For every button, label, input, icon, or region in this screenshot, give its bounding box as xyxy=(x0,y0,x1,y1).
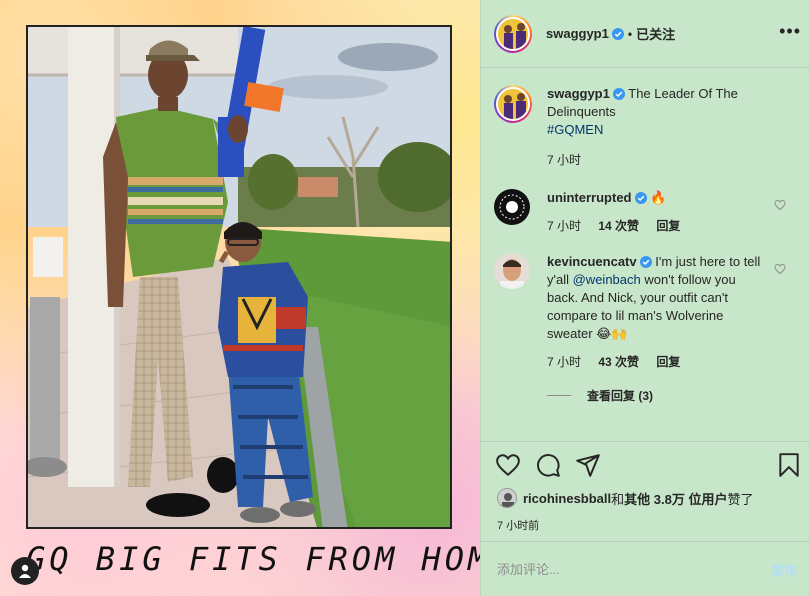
post-photo[interactable] xyxy=(26,25,452,529)
caption-art: GQ BIG FITS FROM HOME xyxy=(26,540,480,578)
replies-divider xyxy=(547,395,571,396)
comment-icon[interactable] xyxy=(535,452,561,478)
verified-badge-icon xyxy=(634,192,647,204)
comment-time[interactable]: 7 小时 xyxy=(547,219,581,233)
caption-avatar[interactable] xyxy=(494,85,532,123)
post-media[interactable]: GQ BIG FITS FROM HOME xyxy=(0,0,480,596)
share-icon[interactable] xyxy=(575,452,601,478)
reply-button[interactable]: 回复 xyxy=(656,219,680,233)
heart-icon[interactable] xyxy=(774,199,786,211)
others-count[interactable]: 其他 3.8万 位用户 xyxy=(624,489,727,508)
post-comment-button[interactable]: 发布 xyxy=(771,560,797,579)
more-options-icon[interactable]: ••• xyxy=(779,22,801,40)
comment-likes[interactable]: 14 次赞 xyxy=(598,219,639,233)
post-side-panel: swaggyp1 • 已关注 ••• swaggyp1 The Leader O… xyxy=(480,0,809,596)
commenter-avatar[interactable] xyxy=(494,189,530,225)
comment-item: uninterrupted 🔥 7 小时 14 次赞 回复 xyxy=(494,189,809,235)
post-header: swaggyp1 • 已关注 ••• xyxy=(481,0,809,68)
view-replies-button[interactable]: 查看回复 (3) xyxy=(547,387,809,404)
mention-link[interactable]: @weinbach xyxy=(573,272,641,287)
reply-button[interactable]: 回复 xyxy=(656,355,680,369)
liker-avatar[interactable] xyxy=(497,488,517,508)
likes-summary: ricohinesbball 和 其他 3.8万 位用户 赞了 xyxy=(497,488,753,508)
photo-illustration xyxy=(28,27,450,527)
liker-username[interactable]: ricohinesbball xyxy=(523,491,611,506)
separator-dot: • xyxy=(627,26,633,41)
caption-time[interactable]: 7 小时 xyxy=(547,153,581,167)
comment-username[interactable]: kevincuencatv xyxy=(547,254,637,269)
user-icon xyxy=(19,564,31,578)
following-button[interactable]: 已关注 xyxy=(636,24,675,43)
comment-likes[interactable]: 43 次赞 xyxy=(598,355,639,369)
post-timestamp[interactable]: 7 小时前 xyxy=(497,517,539,533)
caption-username[interactable]: swaggyp1 xyxy=(547,86,610,101)
comment-item: kevincuencatv I'm just here to tell y'al… xyxy=(494,253,809,371)
comment-input[interactable] xyxy=(497,561,771,577)
commenter-avatar[interactable] xyxy=(494,253,530,289)
comment-time[interactable]: 7 小时 xyxy=(547,355,581,369)
comment-username[interactable]: uninterrupted xyxy=(547,190,632,205)
author-avatar[interactable] xyxy=(494,14,532,53)
action-bar xyxy=(495,452,800,482)
likes-connector: 和 xyxy=(611,491,625,507)
verified-badge-icon xyxy=(611,27,624,40)
heart-icon[interactable] xyxy=(495,452,521,478)
comments-list[interactable]: swaggyp1 The Leader Of The Delinquents #… xyxy=(481,69,809,442)
view-replies-label: 查看回复 (3) xyxy=(587,389,654,403)
verified-badge-icon xyxy=(639,256,652,268)
post-caption: swaggyp1 The Leader Of The Delinquents #… xyxy=(494,85,809,169)
author-username[interactable]: swaggyp1 xyxy=(546,26,609,41)
hashtag-link[interactable]: #GQMEN xyxy=(547,122,603,137)
tagged-users-button[interactable] xyxy=(11,557,39,585)
comment-text: 🔥 xyxy=(650,190,667,205)
bookmark-icon[interactable] xyxy=(776,452,802,478)
heart-icon[interactable] xyxy=(774,263,786,275)
likes-suffix: 赞了 xyxy=(727,491,754,507)
verified-badge-icon xyxy=(612,88,625,100)
comment-form: 发布 xyxy=(481,541,809,596)
